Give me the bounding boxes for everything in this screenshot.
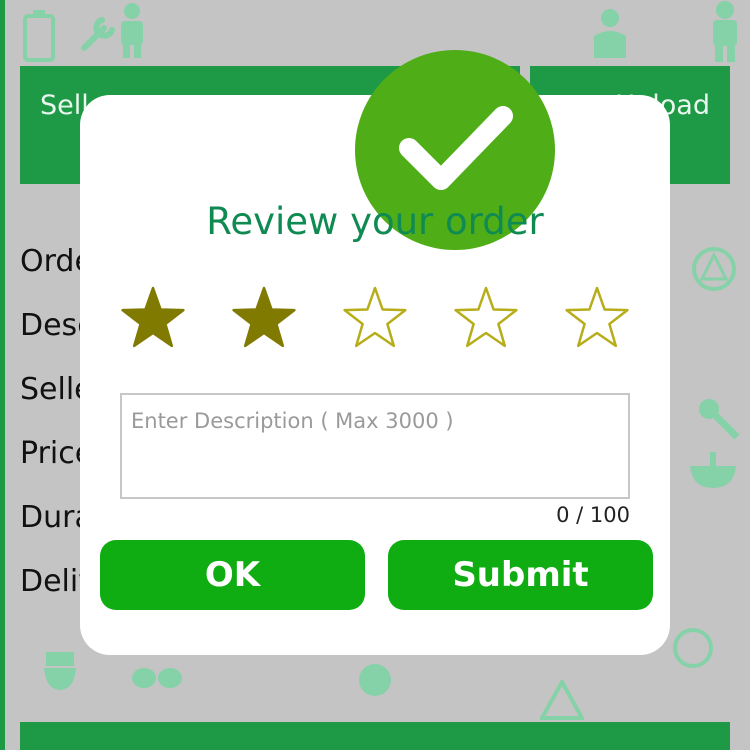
checkmark-icon bbox=[399, 106, 513, 190]
star-1-icon[interactable] bbox=[118, 285, 188, 351]
dialog-title: Review your order bbox=[206, 200, 544, 243]
key-icon bbox=[695, 395, 741, 441]
battery-icon bbox=[22, 10, 56, 62]
gear-icon bbox=[355, 660, 395, 700]
star-3-icon[interactable] bbox=[340, 285, 410, 351]
bathtub-icon bbox=[670, 625, 716, 671]
warning-icon bbox=[690, 245, 738, 293]
warning-icon bbox=[540, 680, 584, 720]
worker-icon bbox=[705, 0, 745, 62]
star-2-icon[interactable] bbox=[229, 285, 299, 351]
ok-button[interactable]: OK bbox=[100, 540, 365, 610]
bottom-bar bbox=[20, 722, 730, 750]
submit-button[interactable]: Submit bbox=[388, 540, 653, 610]
worker-icon bbox=[115, 2, 149, 58]
worker-icon bbox=[590, 8, 630, 58]
left-edge-bar bbox=[0, 0, 5, 750]
star-5-icon[interactable] bbox=[562, 285, 632, 351]
sink-icon bbox=[688, 450, 738, 490]
description-input[interactable] bbox=[120, 393, 630, 499]
star-4-icon[interactable] bbox=[451, 285, 521, 351]
character-counter: 0 / 100 bbox=[556, 503, 630, 527]
wrench-icon bbox=[78, 14, 118, 54]
toilet-icon bbox=[40, 650, 80, 700]
goggles-icon bbox=[130, 665, 184, 691]
review-dialog: Review your order 0 / 100 OK Submit bbox=[80, 50, 670, 655]
